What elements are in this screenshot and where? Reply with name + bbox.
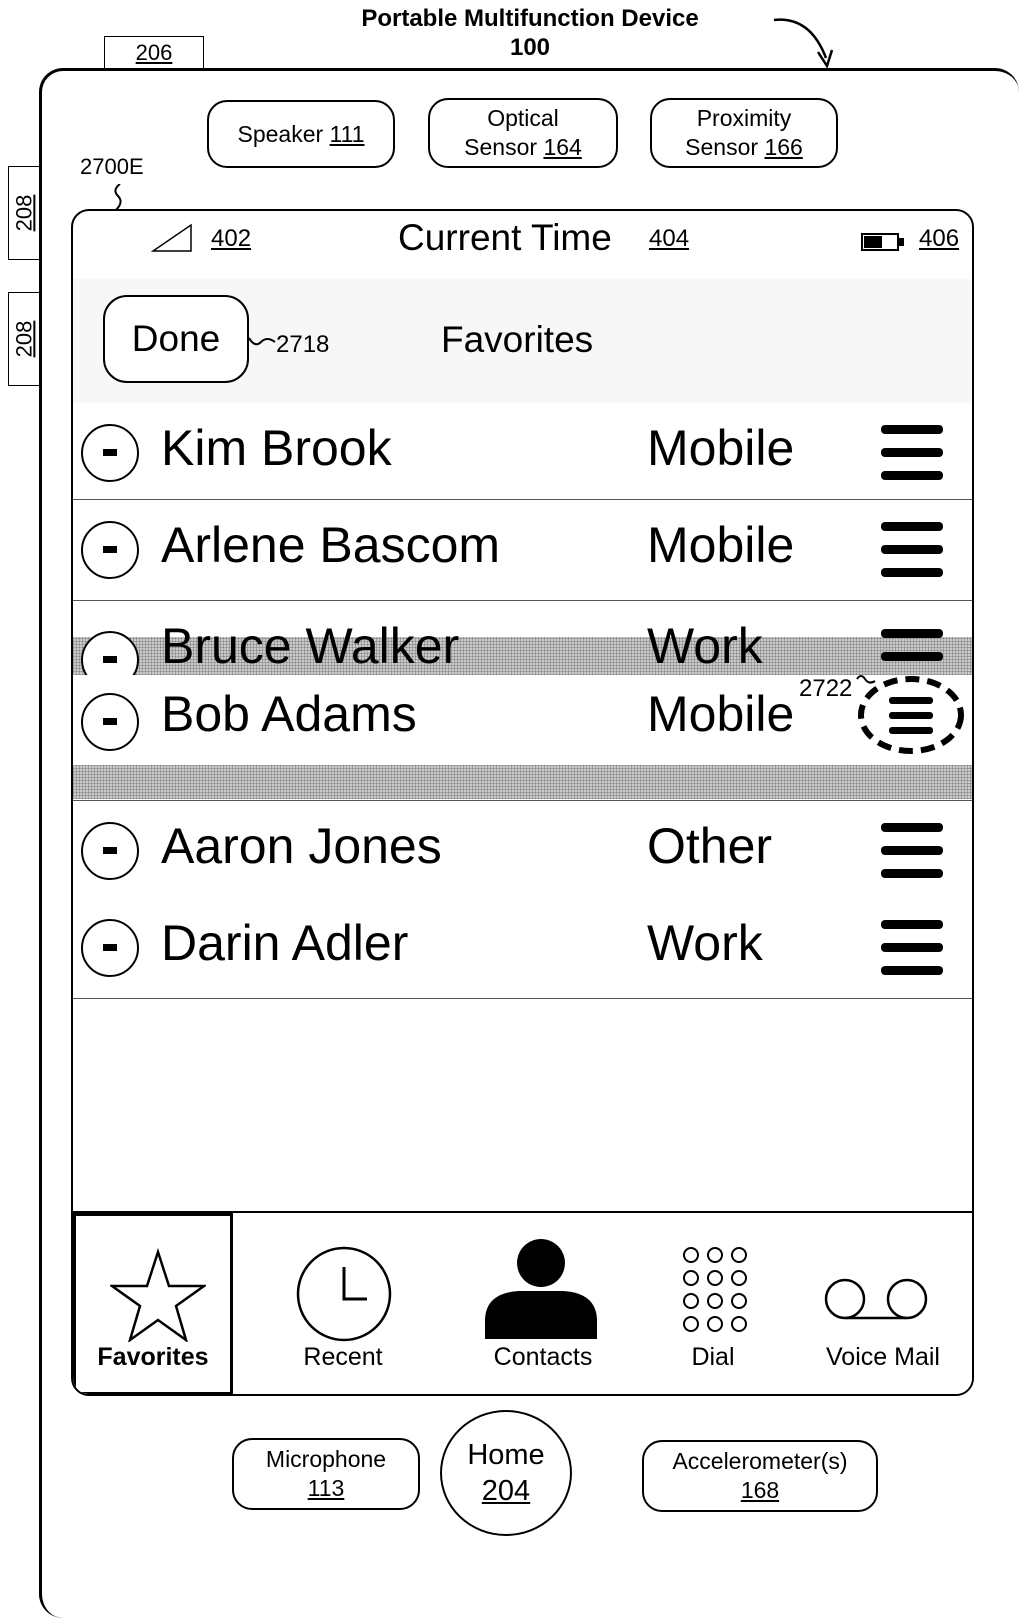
delete-minus-icon[interactable] [81,822,139,880]
side-button-208-upper[interactable]: 208 [8,166,40,260]
tab-label: Favorites [97,1343,209,1371]
favorite-row[interactable]: Darin Adler Work [73,898,972,999]
leader-squiggle-icon [249,337,276,346]
reorder-grip-icon[interactable] [881,823,943,892]
home-ref: 204 [481,1475,531,1507]
reorder-grip-icon[interactable] [881,425,943,494]
reorder-grip-icon[interactable] [881,629,943,675]
delete-minus-icon[interactable] [81,521,139,579]
tab-favorites[interactable]: Favorites [73,1213,233,1394]
microphone-label: Microphone [265,1446,387,1472]
tab-label: Contacts [493,1343,593,1371]
drag-ref: 2722 [799,675,853,702]
signal-ref: 402 [211,225,252,252]
proximity-ref: 166 [764,134,803,160]
pointer-arrow-icon [773,18,834,69]
optical-label: Optical [487,105,559,131]
contact-name: Darin Adler [161,915,409,971]
person-icon [485,1239,597,1339]
figure-title: Portable Multifunction Device 100 [300,4,760,62]
contact-type: Other [647,818,773,874]
top-button-206[interactable]: 206 [104,36,204,69]
title-line-2: 100 [509,34,551,61]
proximity-label: Proximity [696,105,792,131]
speaker: Speaker 111 [207,100,395,168]
proximity-sensor: Proximity Sensor 166 [650,98,838,168]
accelerometer: Accelerometer(s) 168 [642,1440,878,1512]
favorite-row[interactable]: Kim Brook Mobile [73,403,972,500]
button-208-lower-ref: 208 [11,320,37,358]
page-title: Favorites [441,319,594,360]
contact-type: Mobile [647,686,795,742]
leader-squiggle-icon [114,184,122,211]
delete-minus-icon[interactable] [81,424,139,482]
speaker-ref: 111 [329,120,365,147]
battery-ref: 406 [919,225,960,252]
contact-name: Bruce Walker [161,618,460,674]
drag-shadow [73,765,972,799]
tab-dial[interactable]: Dial [633,1213,793,1394]
current-time: Current Time [398,217,612,258]
battery-icon [861,233,904,251]
tab-voicemail[interactable]: Voice Mail [793,1213,972,1394]
tab-bar: Favorites Recent Contacts Dial Voice Mai… [73,1211,972,1394]
status-bar: 402 Current Time 404 406 [73,211,972,280]
contact-type: Mobile [647,517,795,573]
optical-ref: 164 [543,134,582,160]
contact-type: Work [647,915,763,971]
contact-name: Bob Adams [161,686,417,742]
proximity-label-2: Sensor [685,134,759,160]
title-line-1: Portable Multifunction Device [361,5,699,32]
contact-type: Mobile [647,420,795,476]
microphone: Microphone 113 [232,1438,420,1510]
contact-name: Aaron Jones [161,818,442,874]
reorder-grip-icon[interactable] [881,522,943,591]
tab-label: Dial [691,1343,735,1371]
clock-icon [296,1246,392,1342]
favorite-row[interactable]: Arlene Bascom Mobile [73,500,972,601]
optical-label-2: Sensor [464,134,538,160]
nav-bar: Done 2718 Favorites [73,279,972,405]
star-icon [110,1248,206,1342]
time-ref: 404 [649,225,690,252]
done-button[interactable]: Done [103,295,249,383]
touch-screen: 402 Current Time 404 406 Done 2718 Favor… [71,209,974,1396]
signal-icon [151,223,192,252]
delete-minus-icon[interactable] [81,693,139,751]
button-206-ref: 206 [135,40,173,65]
touch-contact-icon[interactable] [853,673,965,757]
reorder-grip-icon[interactable] [881,920,943,989]
keypad-icon [683,1247,747,1332]
contact-type: Work [647,618,763,674]
side-button-208-lower[interactable]: 208 [8,292,40,386]
tab-label: Recent [303,1343,383,1371]
home-label: Home [467,1439,545,1471]
home-button[interactable]: Home 204 [440,1410,572,1536]
optical-sensor: Optical Sensor 164 [428,98,618,168]
favorite-row-covered[interactable]: Bruce Walker Work [73,601,972,675]
delete-minus-icon[interactable] [81,919,139,977]
accelerometer-ref: 168 [740,1477,780,1503]
contact-name: Arlene Bascom [161,517,501,573]
button-208-upper-ref: 208 [11,194,37,232]
tab-contacts[interactable]: Contacts [443,1213,643,1394]
voicemail-icon [824,1278,928,1320]
microphone-ref: 113 [307,1475,345,1501]
favorite-row[interactable]: Aaron Jones Other [73,800,972,899]
contact-name: Kim Brook [161,420,392,476]
accelerometer-label: Accelerometer(s) [672,1448,848,1474]
tab-label: Voice Mail [826,1343,940,1371]
done-ref: 2718 [276,331,330,358]
screen-ref-label: 2700E [80,154,144,179]
speaker-label: Speaker [237,120,324,147]
tab-recent[interactable]: Recent [243,1213,443,1394]
